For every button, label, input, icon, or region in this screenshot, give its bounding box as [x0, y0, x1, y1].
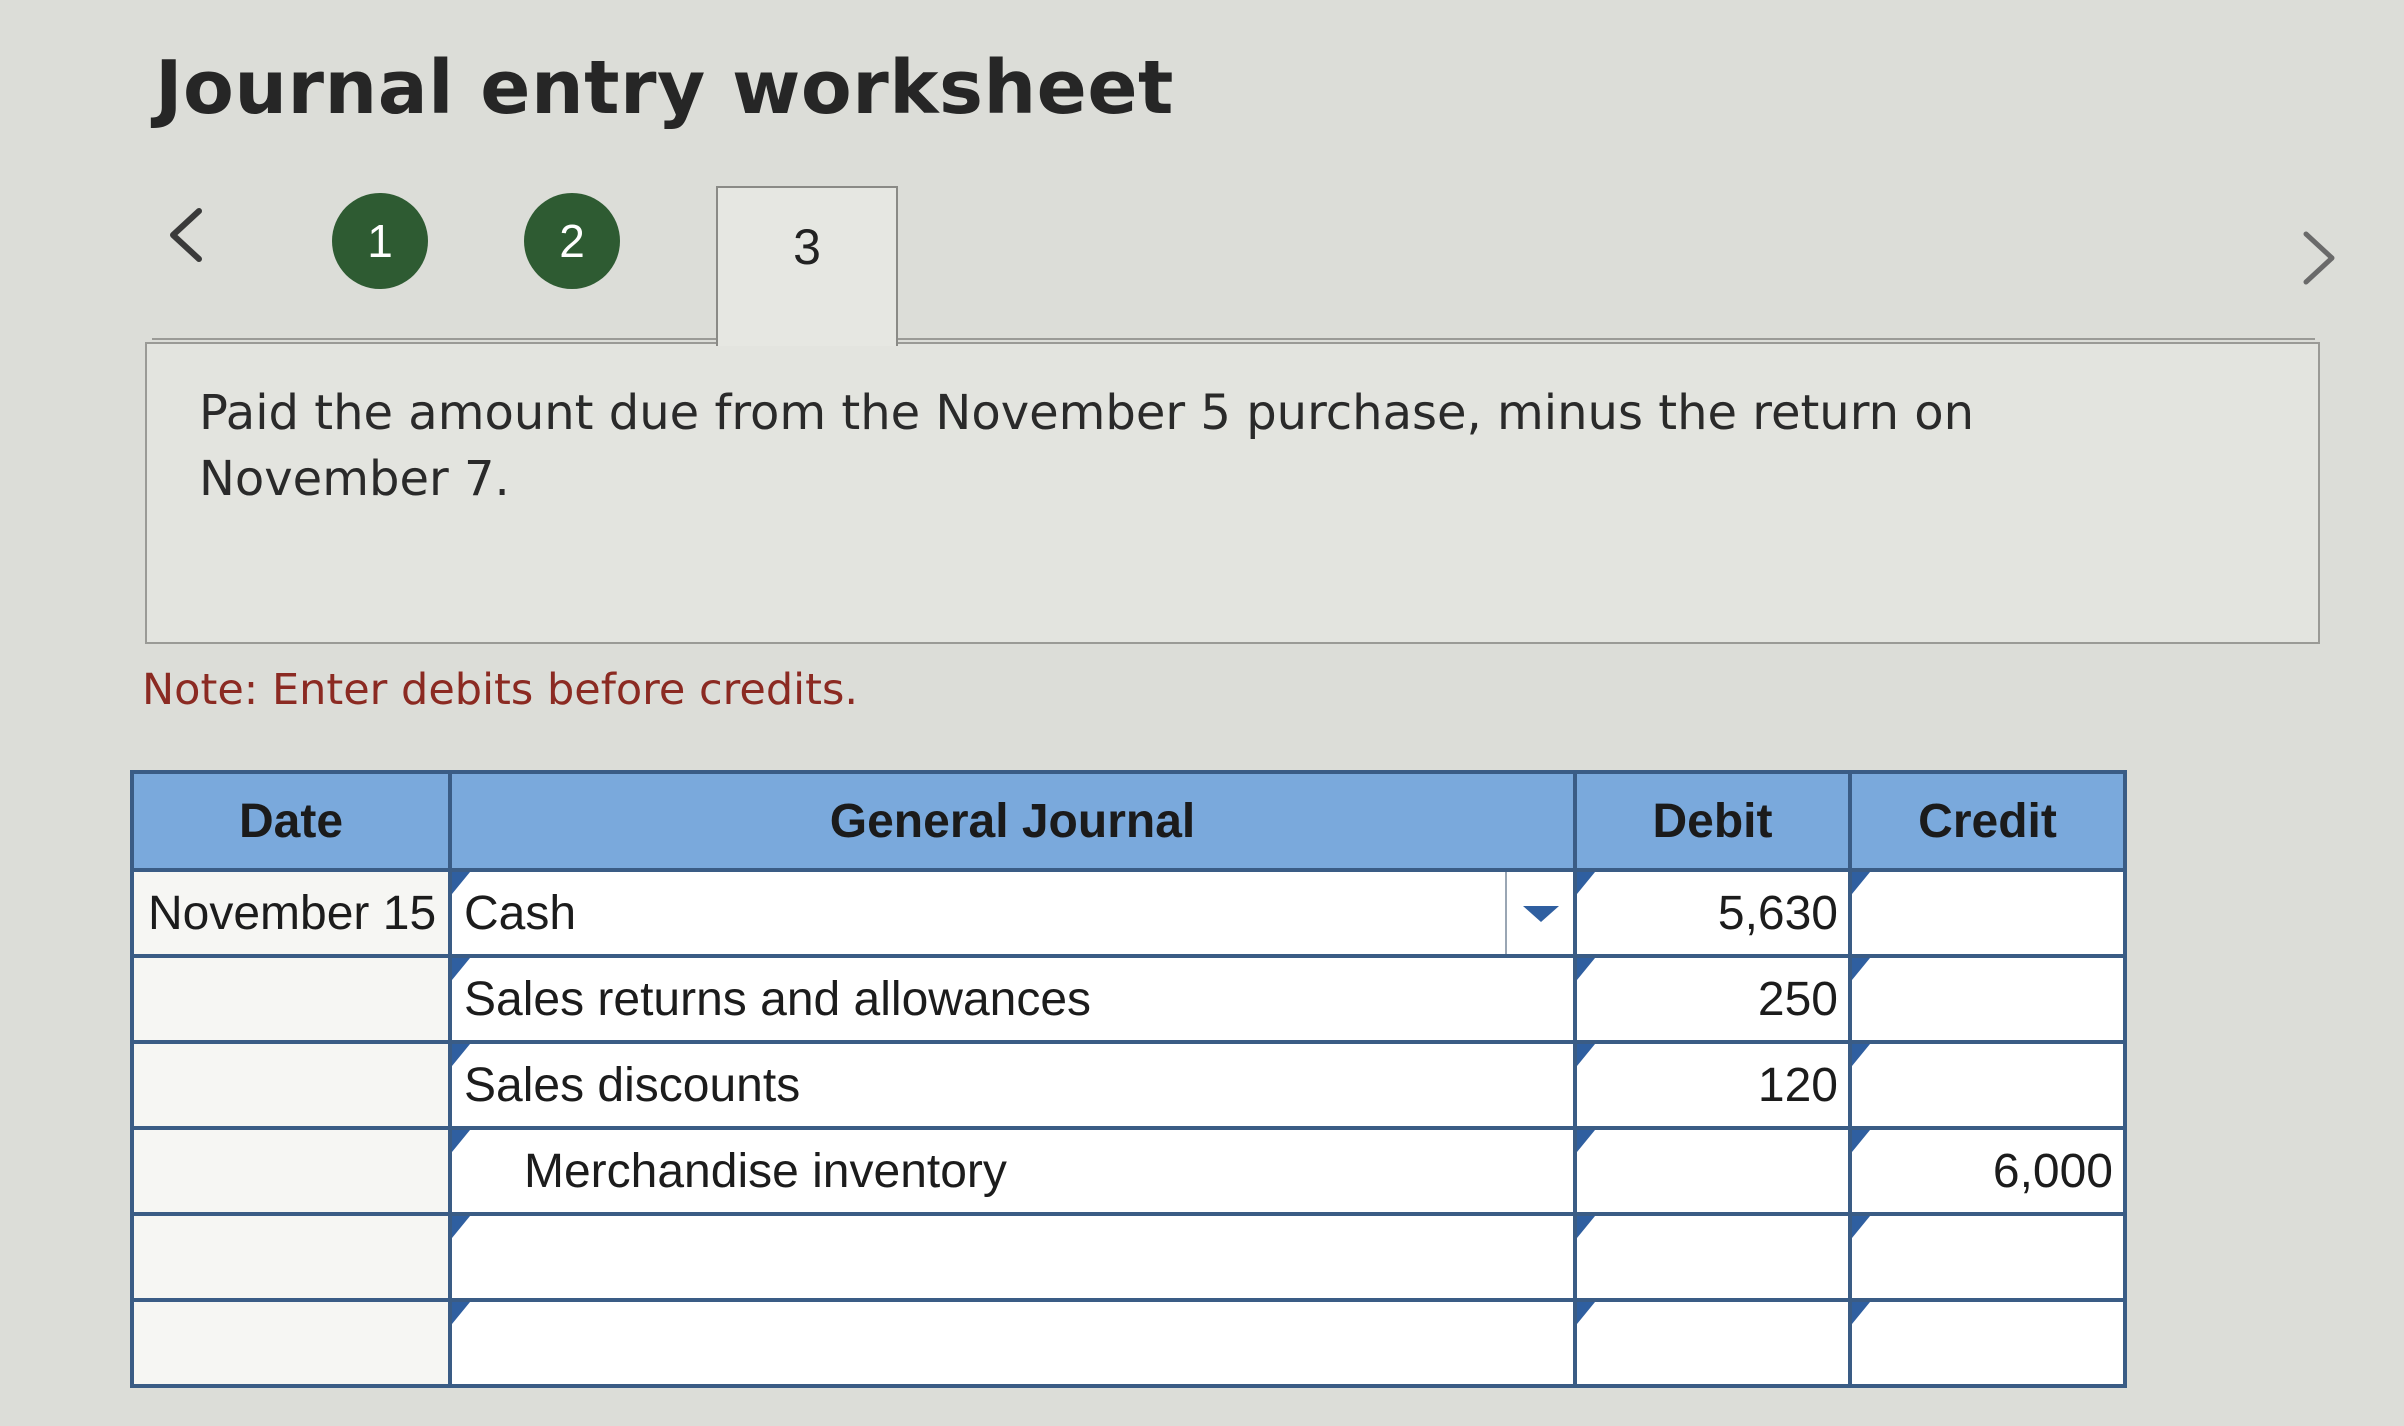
entry-flag-icon — [452, 958, 470, 980]
question-panel: Paid the amount due from the November 5 … — [145, 342, 2320, 644]
credit-input[interactable] — [1848, 954, 2127, 1044]
tab-divider — [152, 338, 718, 340]
debit-input[interactable]: 5,630 — [1573, 868, 1852, 958]
account-select[interactable]: Sales returns and allowances — [448, 954, 1577, 1044]
journal-row — [130, 1298, 2127, 1388]
journal-row: Sales discounts 120 — [130, 1040, 2127, 1130]
entry-flag-icon — [1577, 1044, 1595, 1066]
journal-row: Sales returns and allowances 250 — [130, 954, 2127, 1044]
debit-input[interactable] — [1573, 1212, 1852, 1302]
entry-flag-icon — [452, 1216, 470, 1238]
debit-value: 250 — [1757, 972, 1838, 1026]
account-select[interactable]: Cash — [448, 868, 1577, 958]
column-header-general-journal: General Journal — [448, 770, 1577, 872]
debit-input[interactable]: 120 — [1573, 1040, 1852, 1130]
entry-flag-icon — [452, 1130, 470, 1152]
account-select[interactable] — [448, 1298, 1577, 1388]
entry-flag-icon — [1852, 1302, 1870, 1324]
account-name: Sales returns and allowances — [464, 972, 1092, 1026]
debit-input[interactable] — [1573, 1126, 1852, 1216]
entry-flag-icon — [1577, 872, 1595, 894]
account-select[interactable]: Sales discounts — [448, 1040, 1577, 1130]
date-cell — [130, 1126, 452, 1216]
entry-flag-icon — [1577, 958, 1595, 980]
entry-flag-icon — [1577, 1216, 1595, 1238]
account-name: Sales discounts — [464, 1058, 801, 1112]
credit-input[interactable] — [1848, 868, 2127, 958]
dropdown-divider — [1505, 872, 1507, 954]
entry-flag-icon — [1852, 1044, 1870, 1066]
page-title: Journal entry worksheet — [155, 45, 1174, 131]
entry-flag-icon — [1852, 1216, 1870, 1238]
entry-flag-icon — [1852, 872, 1870, 894]
journal-row — [130, 1212, 2127, 1302]
step-2-button[interactable]: 2 — [524, 193, 620, 289]
debit-input[interactable] — [1573, 1298, 1852, 1388]
journal-header-row: Date General Journal Debit Credit — [130, 770, 2127, 872]
entry-flag-icon — [452, 1302, 470, 1324]
instruction-note: Note: Enter debits before credits. — [142, 665, 859, 715]
entry-flag-icon — [452, 1044, 470, 1066]
step-1-button[interactable]: 1 — [332, 193, 428, 289]
journal-row: Merchandise inventory 6,000 — [130, 1126, 2127, 1216]
entry-flag-icon — [1852, 958, 1870, 980]
next-step-button[interactable] — [2285, 213, 2355, 303]
debit-value: 5,630 — [1717, 886, 1838, 940]
question-text: Paid the amount due from the November 5 … — [199, 385, 1975, 507]
tab-divider — [897, 338, 2315, 340]
step-3-label: 3 — [793, 219, 821, 275]
entry-flag-icon — [1852, 1130, 1870, 1152]
debit-value: 120 — [1757, 1058, 1838, 1112]
entry-flag-icon — [1577, 1302, 1595, 1324]
account-name: Cash — [464, 886, 577, 940]
entry-flag-icon — [1577, 1130, 1595, 1152]
entry-flag-icon — [452, 872, 470, 894]
column-header-date: Date — [130, 770, 452, 872]
date-cell — [130, 1298, 452, 1388]
date-cell — [130, 954, 452, 1044]
column-header-debit: Debit — [1573, 770, 1852, 872]
credit-input[interactable]: 6,000 — [1848, 1126, 2127, 1216]
account-select[interactable] — [448, 1212, 1577, 1302]
dropdown-arrow-icon[interactable] — [1523, 906, 1559, 922]
account-select[interactable]: Merchandise inventory — [448, 1126, 1577, 1216]
date-cell: November 15 — [130, 868, 452, 958]
credit-input[interactable] — [1848, 1212, 2127, 1302]
chevron-right-icon — [2303, 231, 2335, 285]
date-cell — [130, 1212, 452, 1302]
chevron-left-icon — [170, 208, 202, 262]
step-3-tab[interactable]: 3 — [716, 186, 898, 346]
previous-step-button[interactable] — [150, 190, 220, 280]
column-header-credit: Credit — [1848, 770, 2127, 872]
account-name: Merchandise inventory — [524, 1144, 1007, 1198]
date-cell — [130, 1040, 452, 1130]
journal-table: Date General Journal Debit Credit Novemb… — [130, 770, 2127, 1388]
debit-input[interactable]: 250 — [1573, 954, 1852, 1044]
journal-row: November 15 Cash 5,630 — [130, 868, 2127, 958]
credit-input[interactable] — [1848, 1298, 2127, 1388]
credit-value: 6,000 — [1992, 1144, 2113, 1198]
credit-input[interactable] — [1848, 1040, 2127, 1130]
